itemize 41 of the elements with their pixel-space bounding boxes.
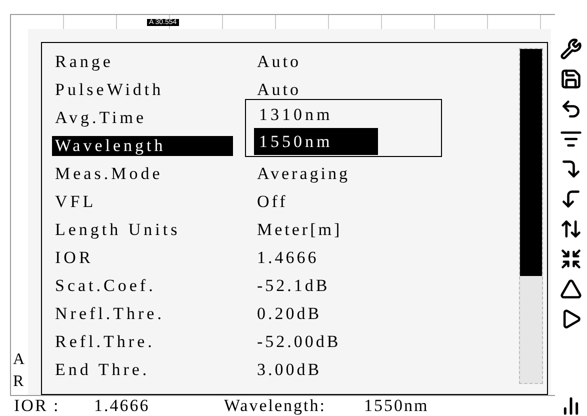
dropdown-option[interactable]: 1550nm: [254, 128, 378, 155]
status-text: 1.4666: [94, 396, 151, 416]
undo-icon[interactable]: [560, 98, 582, 120]
setting-value: Off: [257, 192, 288, 212]
setting-label[interactable]: End Thre.: [52, 360, 233, 380]
setting-value: -52.1dB: [257, 276, 330, 296]
corner-arrow-icon[interactable]: [560, 188, 582, 210]
shrink-icon[interactable]: [560, 248, 582, 270]
setting-value: Auto: [257, 80, 301, 100]
status-text: 1550nm: [364, 396, 430, 416]
setting-label[interactable]: Nrefl.Thre.: [52, 304, 233, 324]
wrench-icon[interactable]: [560, 38, 582, 60]
up-down-arrow-icon[interactable]: [560, 218, 582, 240]
setting-label[interactable]: Length Units: [52, 220, 233, 240]
dropdown-option[interactable]: 1310nm: [254, 101, 378, 128]
scroll-thumb[interactable]: [520, 49, 542, 276]
setting-label[interactable]: VFL: [52, 192, 233, 212]
corner-arrow-icon[interactable]: [560, 158, 582, 180]
triangle-icon[interactable]: [560, 278, 582, 300]
setting-label[interactable]: Avg.Time: [52, 108, 233, 128]
setting-value: Meter[m]: [257, 220, 342, 240]
signal-bars-icon: [561, 396, 581, 416]
setting-value: 0.20dB: [257, 304, 322, 324]
setting-label[interactable]: PulseWidth: [52, 80, 233, 100]
setting-label[interactable]: IOR: [52, 248, 233, 268]
setting-value: 1.4666: [257, 248, 319, 268]
side-letter: R: [12, 373, 25, 391]
status-text: IOR :: [14, 396, 61, 416]
setting-value: -52.00dB: [257, 332, 341, 352]
setting-label[interactable]: Range: [52, 52, 233, 72]
setting-label[interactable]: Wavelength: [52, 136, 233, 156]
setting-value: Auto: [257, 52, 301, 72]
side-letter: A: [12, 351, 26, 369]
setting-label[interactable]: Scat.Coef.: [52, 276, 233, 296]
setting-value: 3.00dB: [257, 360, 322, 380]
status-text: Wavelength:: [224, 396, 327, 416]
scrollbar[interactable]: [519, 48, 543, 384]
setting-label[interactable]: Meas.Mode: [52, 164, 233, 184]
setting-label[interactable]: Refl.Thre.: [52, 332, 233, 352]
save-icon[interactable]: [560, 68, 582, 90]
setting-value: Averaging: [257, 164, 350, 184]
